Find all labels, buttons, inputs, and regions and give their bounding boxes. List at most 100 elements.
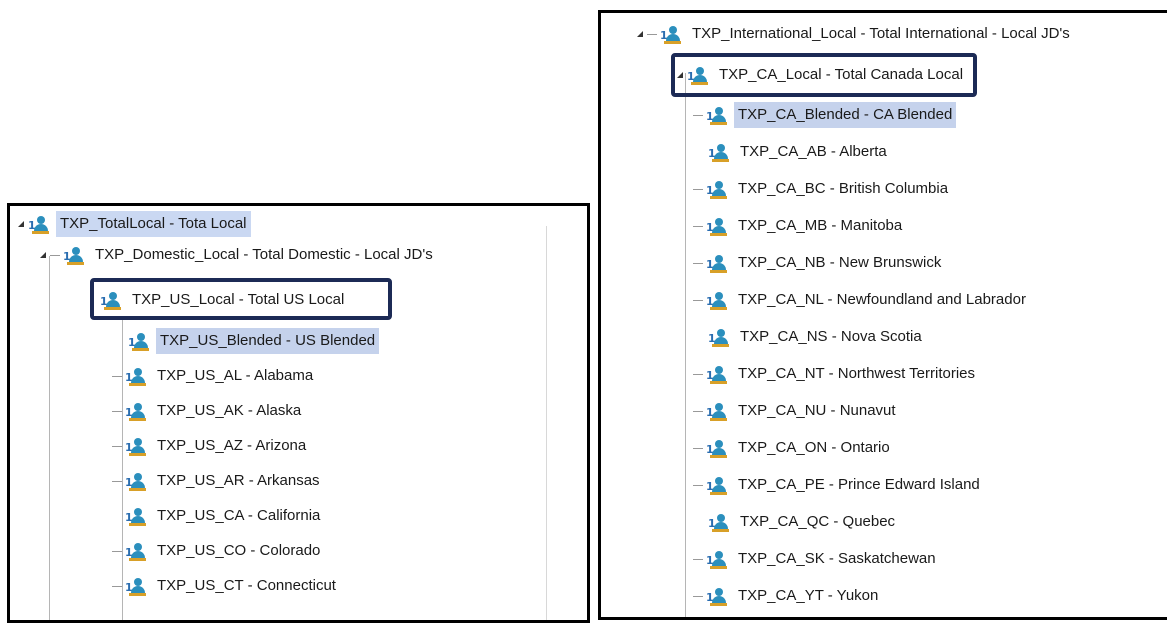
tree-connector [693, 410, 703, 412]
tree-node-ca-sk[interactable]: 1 TXP_CA_SK - Saskatchewan [693, 544, 940, 574]
tree-node-label: TXP_US_Blended - US Blended [156, 328, 380, 354]
tree-node-label: TXP_Domestic_Local - Total Domestic - Lo… [95, 246, 433, 263]
user-group-icon: 1 [125, 401, 147, 421]
tree-connector [693, 188, 703, 190]
tree-node-ca-nl[interactable]: 1 TXP_CA_NL - Newfoundland and Labrador [693, 285, 1030, 315]
left-tree-panel: 1 TXP_TotalLocal - Tota Local 1 TXP_Dome… [7, 203, 590, 623]
tree-node-label: TXP_CA_NU - Nunavut [738, 402, 896, 419]
tree-node-ca-on[interactable]: 1 TXP_CA_ON - Ontario [693, 433, 894, 463]
tree-node-ca-ns[interactable]: 1 TXP_CA_NS - Nova Scotia [708, 322, 926, 352]
tree-connector [693, 225, 703, 227]
tree-connector [693, 262, 703, 264]
user-group-icon: 1 [706, 290, 728, 310]
user-group-icon: 1 [125, 471, 147, 491]
tree-guide-line [685, 73, 686, 617]
user-group-icon: 1 [706, 475, 728, 495]
tree-connector [112, 480, 122, 482]
user-group-icon: 1 [706, 179, 728, 199]
tree-connector [647, 33, 657, 35]
tree-node-label: TXP_International_Local - Total Internat… [692, 25, 1070, 42]
tree-connector [112, 585, 122, 587]
tree-connector [112, 445, 122, 447]
tree-node-us-ar[interactable]: 1 TXP_US_AR - Arkansas [112, 466, 324, 496]
tree-node-ca-nt[interactable]: 1 TXP_CA_NT - Northwest Territories [693, 359, 979, 389]
tree-node-label: TXP_CA_NB - New Brunswick [738, 254, 942, 271]
tree-node-label: TXP_CA_NS - Nova Scotia [740, 328, 922, 345]
tree-node-ca-nu[interactable]: 1 TXP_CA_NU - Nunavut [693, 396, 900, 426]
tree-node-us-blended[interactable]: 1 TXP_US_Blended - US Blended [128, 326, 380, 356]
tree-node-total-local[interactable]: 1 TXP_TotalLocal - Tota Local [18, 209, 251, 239]
tree-guide-line [49, 256, 50, 620]
tree-node-us-ak[interactable]: 1 TXP_US_AK - Alaska [112, 396, 305, 426]
user-group-icon: 1 [706, 105, 728, 125]
user-group-icon: 1 [708, 142, 730, 162]
tree-node-ca-yt[interactable]: 1 TXP_CA_YT - Yukon [693, 581, 882, 611]
scrollbar-track[interactable] [546, 226, 547, 620]
tree-node-domestic-local[interactable]: 1 TXP_Domestic_Local - Total Domestic - … [40, 240, 437, 270]
tree-connector [50, 254, 60, 256]
tree-connector [693, 595, 703, 597]
user-group-icon: 1 [706, 438, 728, 458]
tree-node-ca-ab[interactable]: 1 TXP_CA_AB - Alberta [708, 137, 891, 167]
user-group-icon: 1 [63, 245, 85, 265]
tree-node-ca-mb[interactable]: 1 TXP_CA_MB - Manitoba [693, 211, 906, 241]
user-group-icon: 1 [706, 549, 728, 569]
tree-node-label: TXP_CA_BC - British Columbia [738, 180, 949, 197]
left-tree: 1 TXP_TotalLocal - Tota Local 1 TXP_Dome… [10, 206, 587, 620]
tree-node-label: TXP_CA_NT - Northwest Territories [738, 365, 976, 382]
tree-node-ca-pe[interactable]: 1 TXP_CA_PE - Prince Edward Island [693, 470, 984, 500]
tree-connector [693, 299, 703, 301]
user-group-icon: 1 [128, 331, 150, 351]
user-group-icon: 1 [706, 364, 728, 384]
tree-node-label: TXP_US_AZ - Arizona [157, 437, 307, 454]
right-tree: 1 TXP_International_Local - Total Intern… [601, 13, 1167, 617]
user-group-icon: 1 [660, 24, 682, 44]
tree-node-us-ca[interactable]: 1 TXP_US_CA - California [125, 501, 324, 531]
user-group-icon: 1 [125, 541, 147, 561]
user-group-icon: 1 [125, 366, 147, 386]
tree-node-us-ct[interactable]: 1 TXP_US_CT - Connecticut [112, 571, 340, 601]
tree-node-label: TXP_US_CT - Connecticut [157, 577, 336, 594]
tree-expand-icon[interactable] [40, 252, 46, 258]
tree-expand-icon[interactable] [637, 31, 643, 37]
tree-node-international-local[interactable]: 1 TXP_International_Local - Total Intern… [637, 19, 1074, 49]
tree-node-label: TXP_US_AK - Alaska [157, 402, 302, 419]
tree-node-label: TXP_TotalLocal - Tota Local [56, 211, 251, 237]
user-group-icon: 1 [706, 401, 728, 421]
tree-node-us-co[interactable]: 1 TXP_US_CO - Colorado [112, 536, 324, 566]
highlight-box [671, 53, 977, 97]
user-group-icon: 1 [125, 576, 147, 596]
user-group-icon: 1 [706, 216, 728, 236]
tree-connector [693, 558, 703, 560]
tree-node-label: TXP_CA_YT - Yukon [738, 587, 879, 604]
tree-node-label: TXP_US_AL - Alabama [157, 367, 314, 384]
tree-node-label: TXP_CA_SK - Saskatchewan [738, 550, 936, 567]
user-group-icon: 1 [125, 436, 147, 456]
tree-node-ca-qc[interactable]: 1 TXP_CA_QC - Quebec [708, 507, 899, 537]
tree-node-ca-nb[interactable]: 1 TXP_CA_NB - New Brunswick [693, 248, 945, 278]
user-group-icon: 1 [125, 506, 147, 526]
tree-node-label: TXP_US_CO - Colorado [157, 542, 321, 559]
user-group-icon: 1 [706, 253, 728, 273]
tree-node-ca-blended[interactable]: 1 TXP_CA_Blended - CA Blended [693, 100, 957, 130]
tree-node-label: TXP_US_CA - California [157, 507, 321, 524]
user-group-icon: 1 [28, 214, 50, 234]
tree-node-label: TXP_US_AR - Arkansas [157, 472, 320, 489]
right-tree-panel: 1 TXP_International_Local - Total Intern… [598, 10, 1167, 620]
tree-node-ca-bc[interactable]: 1 TXP_CA_BC - British Columbia [693, 174, 952, 204]
tree-node-us-az[interactable]: 1 TXP_US_AZ - Arizona [112, 431, 310, 461]
user-group-icon: 1 [708, 512, 730, 532]
tree-node-label: TXP_CA_MB - Manitoba [738, 217, 903, 234]
tree-connector [693, 114, 703, 116]
user-group-icon: 1 [708, 327, 730, 347]
tree-connector [693, 484, 703, 486]
tree-node-us-al[interactable]: 1 TXP_US_AL - Alabama [112, 361, 317, 391]
tree-node-label: TXP_CA_QC - Quebec [740, 513, 896, 530]
tree-node-label: TXP_CA_NL - Newfoundland and Labrador [738, 291, 1026, 308]
highlight-box [90, 278, 392, 320]
tree-node-label: TXP_CA_ON - Ontario [738, 439, 890, 456]
tree-connector [693, 447, 703, 449]
tree-node-label: TXP_CA_PE - Prince Edward Island [738, 476, 980, 493]
tree-expand-icon[interactable] [18, 221, 24, 227]
user-group-icon: 1 [706, 586, 728, 606]
